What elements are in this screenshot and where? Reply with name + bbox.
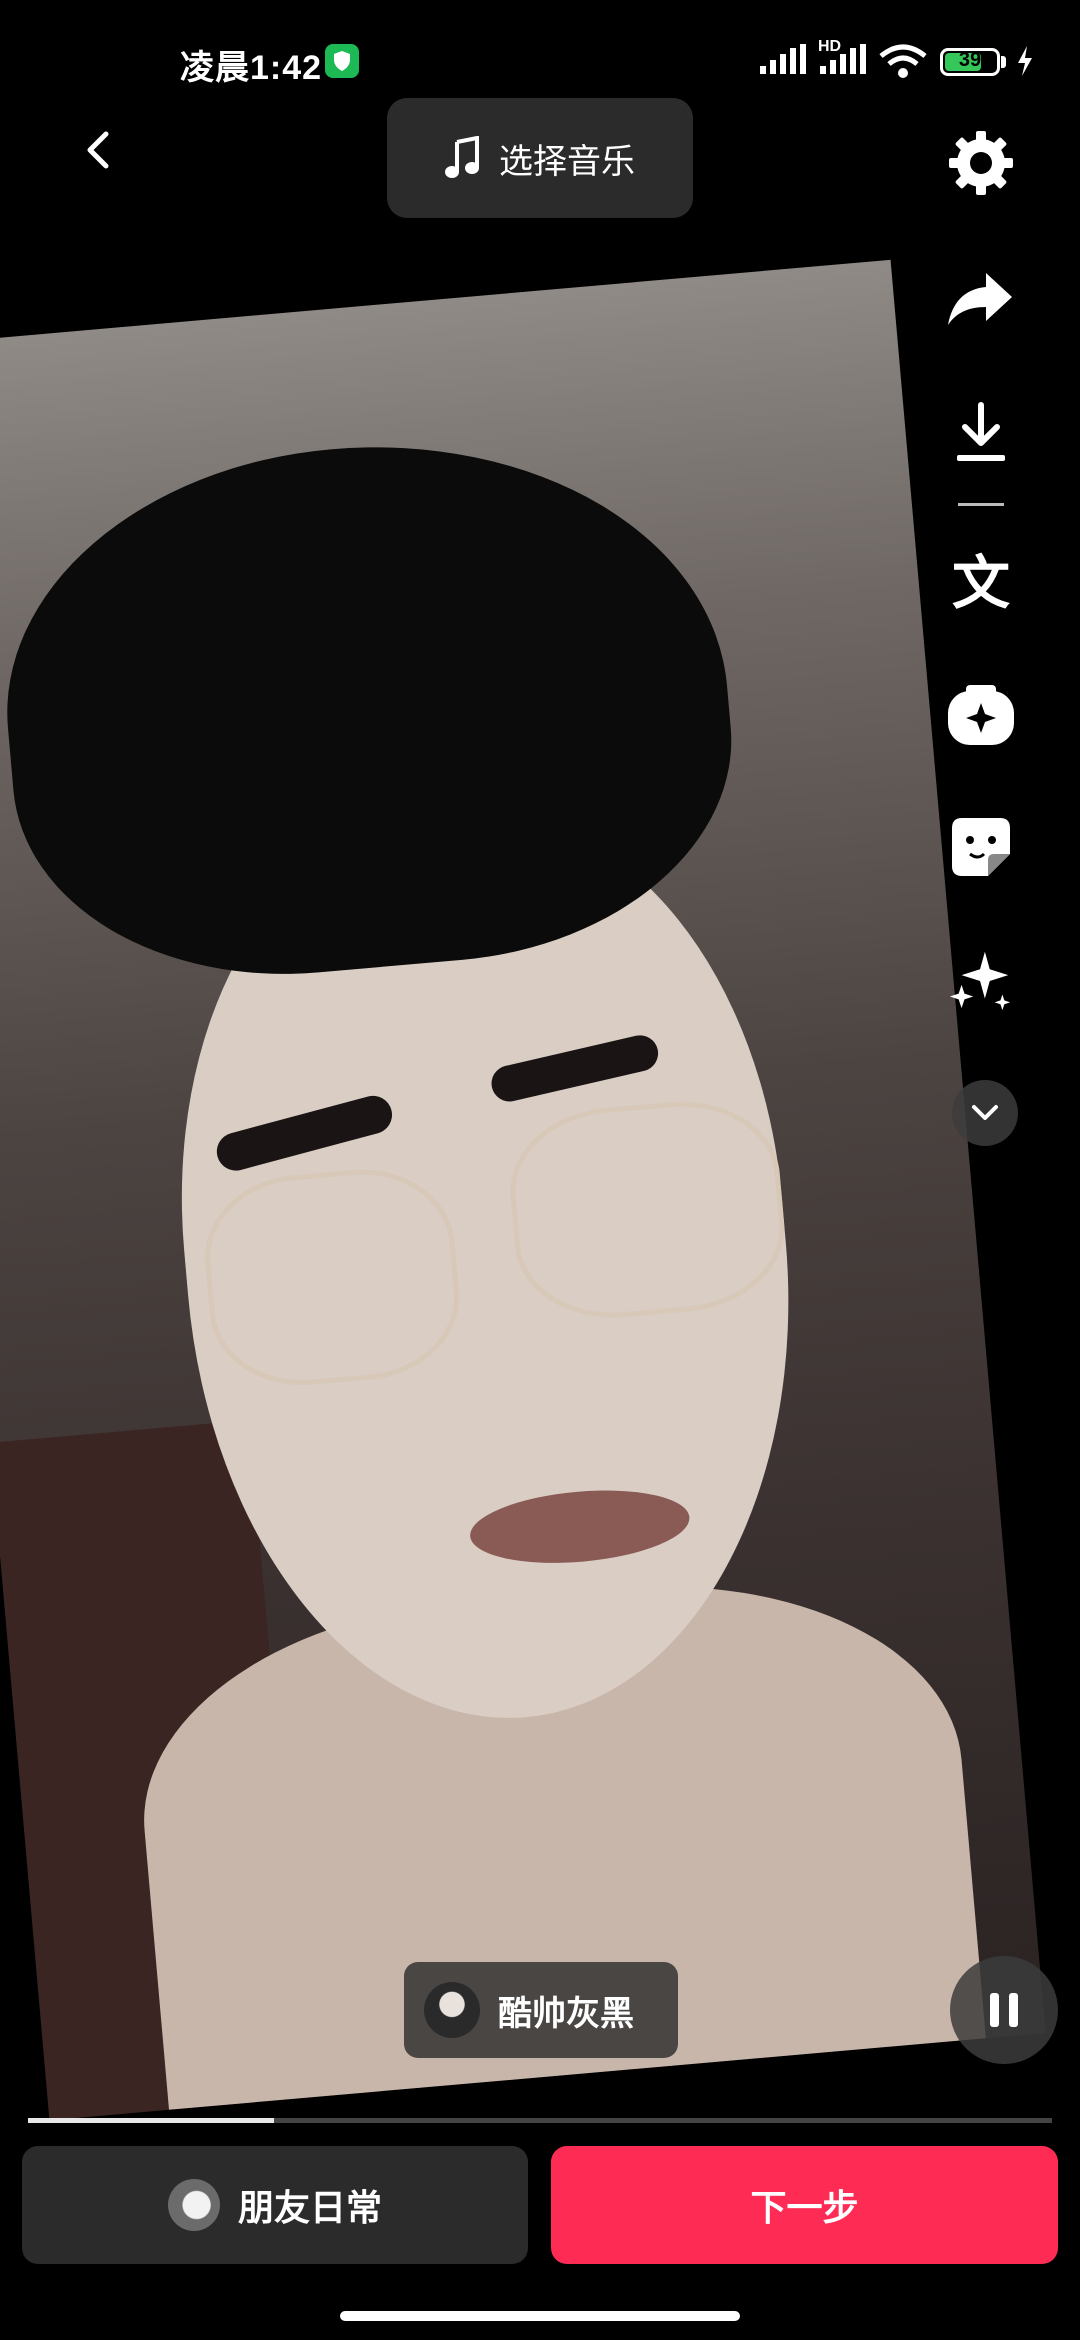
sticker-add-icon — [948, 685, 1014, 745]
charging-bolt-icon — [1018, 46, 1032, 76]
pause-icon — [990, 1993, 999, 2027]
sticker-button[interactable] — [946, 812, 1016, 882]
progress-fill — [28, 2118, 274, 2123]
friends-daily-button[interactable]: 朋友日常 — [22, 2146, 528, 2264]
svg-text:文: 文 — [952, 549, 1010, 613]
gear-icon — [949, 131, 1013, 195]
status-time: 凌晨1:42 — [180, 49, 323, 87]
share-arrow-icon — [948, 273, 1012, 325]
back-button[interactable] — [70, 120, 130, 180]
security-shield-icon — [325, 44, 359, 78]
wifi-icon — [879, 44, 927, 78]
chevron-left-icon — [87, 131, 109, 169]
battery-level: 39 — [958, 49, 982, 71]
sparkle-effects-icon — [949, 951, 1011, 1011]
select-music-label: 选择音乐 — [499, 142, 635, 181]
next-button[interactable]: 下一步 — [551, 2146, 1058, 2264]
cell-signal-icon — [760, 44, 806, 74]
video-preview[interactable] — [0, 259, 1046, 2121]
text-button[interactable]: 文 — [946, 546, 1016, 616]
settings-button[interactable] — [946, 128, 1016, 198]
friends-daily-label: 朋友日常 — [237, 2187, 382, 2228]
toolbar-divider — [958, 503, 1004, 506]
pause-button[interactable] — [950, 1956, 1058, 2064]
music-note-icon — [445, 136, 479, 178]
download-icon — [957, 402, 1005, 461]
collapse-toolbar-button[interactable] — [952, 1080, 1018, 1146]
sticker-add-button[interactable] — [946, 680, 1016, 750]
next-label: 下一步 — [750, 2187, 859, 2228]
share-button[interactable] — [946, 264, 1016, 334]
cell-signal-2-icon — [820, 44, 866, 74]
battery-icon: 39 — [940, 48, 1000, 76]
effects-button[interactable] — [946, 944, 1016, 1014]
sticker-icon — [952, 818, 1010, 876]
chevron-down-icon — [972, 1105, 998, 1120]
text-icon: 文 — [952, 549, 1010, 613]
select-music-button[interactable]: 选择音乐 — [387, 98, 693, 218]
author-tag[interactable]: 酷帅灰黑 — [404, 1962, 678, 2058]
progress-bar[interactable] — [28, 2118, 1052, 2123]
author-avatar — [424, 1982, 480, 2038]
download-button[interactable] — [946, 398, 1016, 468]
daily-avatar — [167, 2179, 220, 2231]
home-indicator[interactable] — [340, 2311, 740, 2321]
author-name: 酷帅灰黑 — [498, 1994, 634, 2033]
